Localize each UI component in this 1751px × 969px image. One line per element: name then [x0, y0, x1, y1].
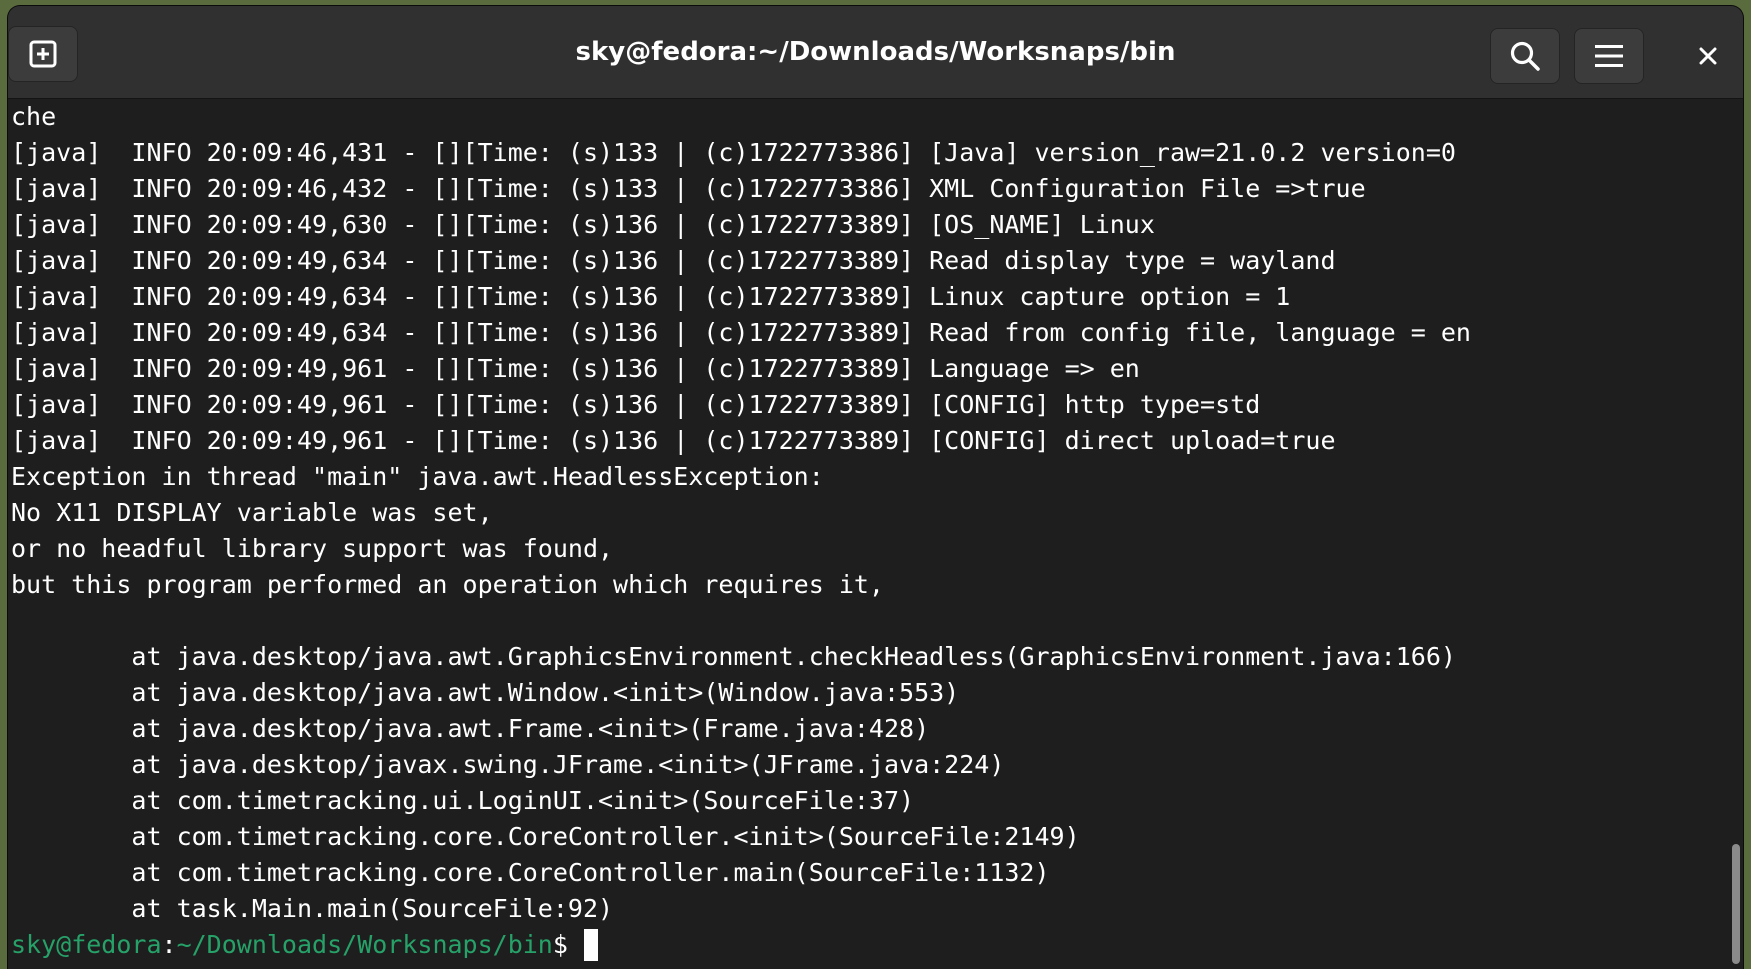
prompt-separator: :	[161, 930, 177, 959]
terminal-line: but this program performed an operation …	[11, 570, 884, 599]
text-cursor	[583, 929, 598, 961]
terminal-line: [java] INFO 20:09:49,961 - [][Time: (s)1…	[11, 390, 1261, 419]
terminal-line: No X11 DISPLAY variable was set,	[11, 498, 493, 527]
terminal-line: che	[11, 102, 57, 131]
terminal-line: or no headful library support was found,	[11, 534, 614, 563]
terminal-line: at java.desktop/java.awt.GraphicsEnviron…	[11, 642, 1456, 671]
terminal-line: [java] INFO 20:09:46,431 - [][Time: (s)1…	[11, 138, 1456, 167]
prompt-path: ~/Downloads/Worksnaps/bin	[176, 930, 553, 959]
terminal-line: [java] INFO 20:09:49,634 - [][Time: (s)1…	[11, 318, 1471, 347]
terminal-line: [java] INFO 20:09:49,630 - [][Time: (s)1…	[11, 210, 1155, 239]
close-icon	[1699, 47, 1717, 65]
new-tab-button[interactable]	[8, 26, 78, 82]
terminal-line: at com.timetracking.core.CoreController.…	[11, 858, 1050, 887]
window-title: sky@fedora:~/Downloads/Worksnaps/bin	[575, 37, 1176, 67]
terminal-line: at task.Main.main(SourceFile:92)	[11, 894, 614, 923]
terminal-line: [java] INFO 20:09:49,634 - [][Time: (s)1…	[11, 246, 1336, 275]
terminal-line: [java] INFO 20:09:49,634 - [][Time: (s)1…	[11, 282, 1291, 311]
terminal-line: at java.desktop/javax.swing.JFrame.<init…	[11, 750, 1005, 779]
terminal-line: [java] INFO 20:09:49,961 - [][Time: (s)1…	[11, 426, 1336, 455]
close-button[interactable]	[1680, 28, 1736, 84]
search-button[interactable]	[1490, 28, 1560, 84]
terminal-line: [java] INFO 20:09:46,432 - [][Time: (s)1…	[11, 174, 1366, 203]
search-icon	[1510, 41, 1540, 71]
vertical-scrollbar[interactable]	[1730, 99, 1743, 969]
header-bar: sky@fedora:~/Downloads/Worksnaps/bin	[8, 6, 1743, 99]
terminal-line: Exception in thread "main" java.awt.Head…	[11, 462, 824, 491]
prompt-user-host: sky@fedora	[11, 930, 162, 959]
terminal-output[interactable]: che [java] INFO 20:09:46,431 - [][Time: …	[8, 99, 1730, 969]
main-menu-button[interactable]	[1574, 28, 1644, 84]
prompt-dollar: $	[552, 930, 568, 959]
terminal-line: at com.timetracking.ui.LoginUI.<init>(So…	[11, 786, 915, 815]
new-tab-plus-icon	[29, 40, 57, 68]
terminal-line: [java] INFO 20:09:49,961 - [][Time: (s)1…	[11, 354, 1140, 383]
scrollbar-thumb[interactable]	[1732, 844, 1740, 964]
terminal-line: at java.desktop/java.awt.Frame.<init>(Fr…	[11, 714, 930, 743]
terminal-line: at com.timetracking.core.CoreController.…	[11, 822, 1080, 851]
hamburger-menu-icon	[1595, 45, 1623, 67]
shell-prompt[interactable]: sky@fedora: ~/Downloads/Worksnaps/bin $	[11, 927, 1730, 963]
terminal-window: sky@fedora:~/Downloads/Worksnaps/bin che…	[8, 6, 1743, 969]
terminal-line: at java.desktop/java.awt.Window.<init>(W…	[11, 678, 960, 707]
